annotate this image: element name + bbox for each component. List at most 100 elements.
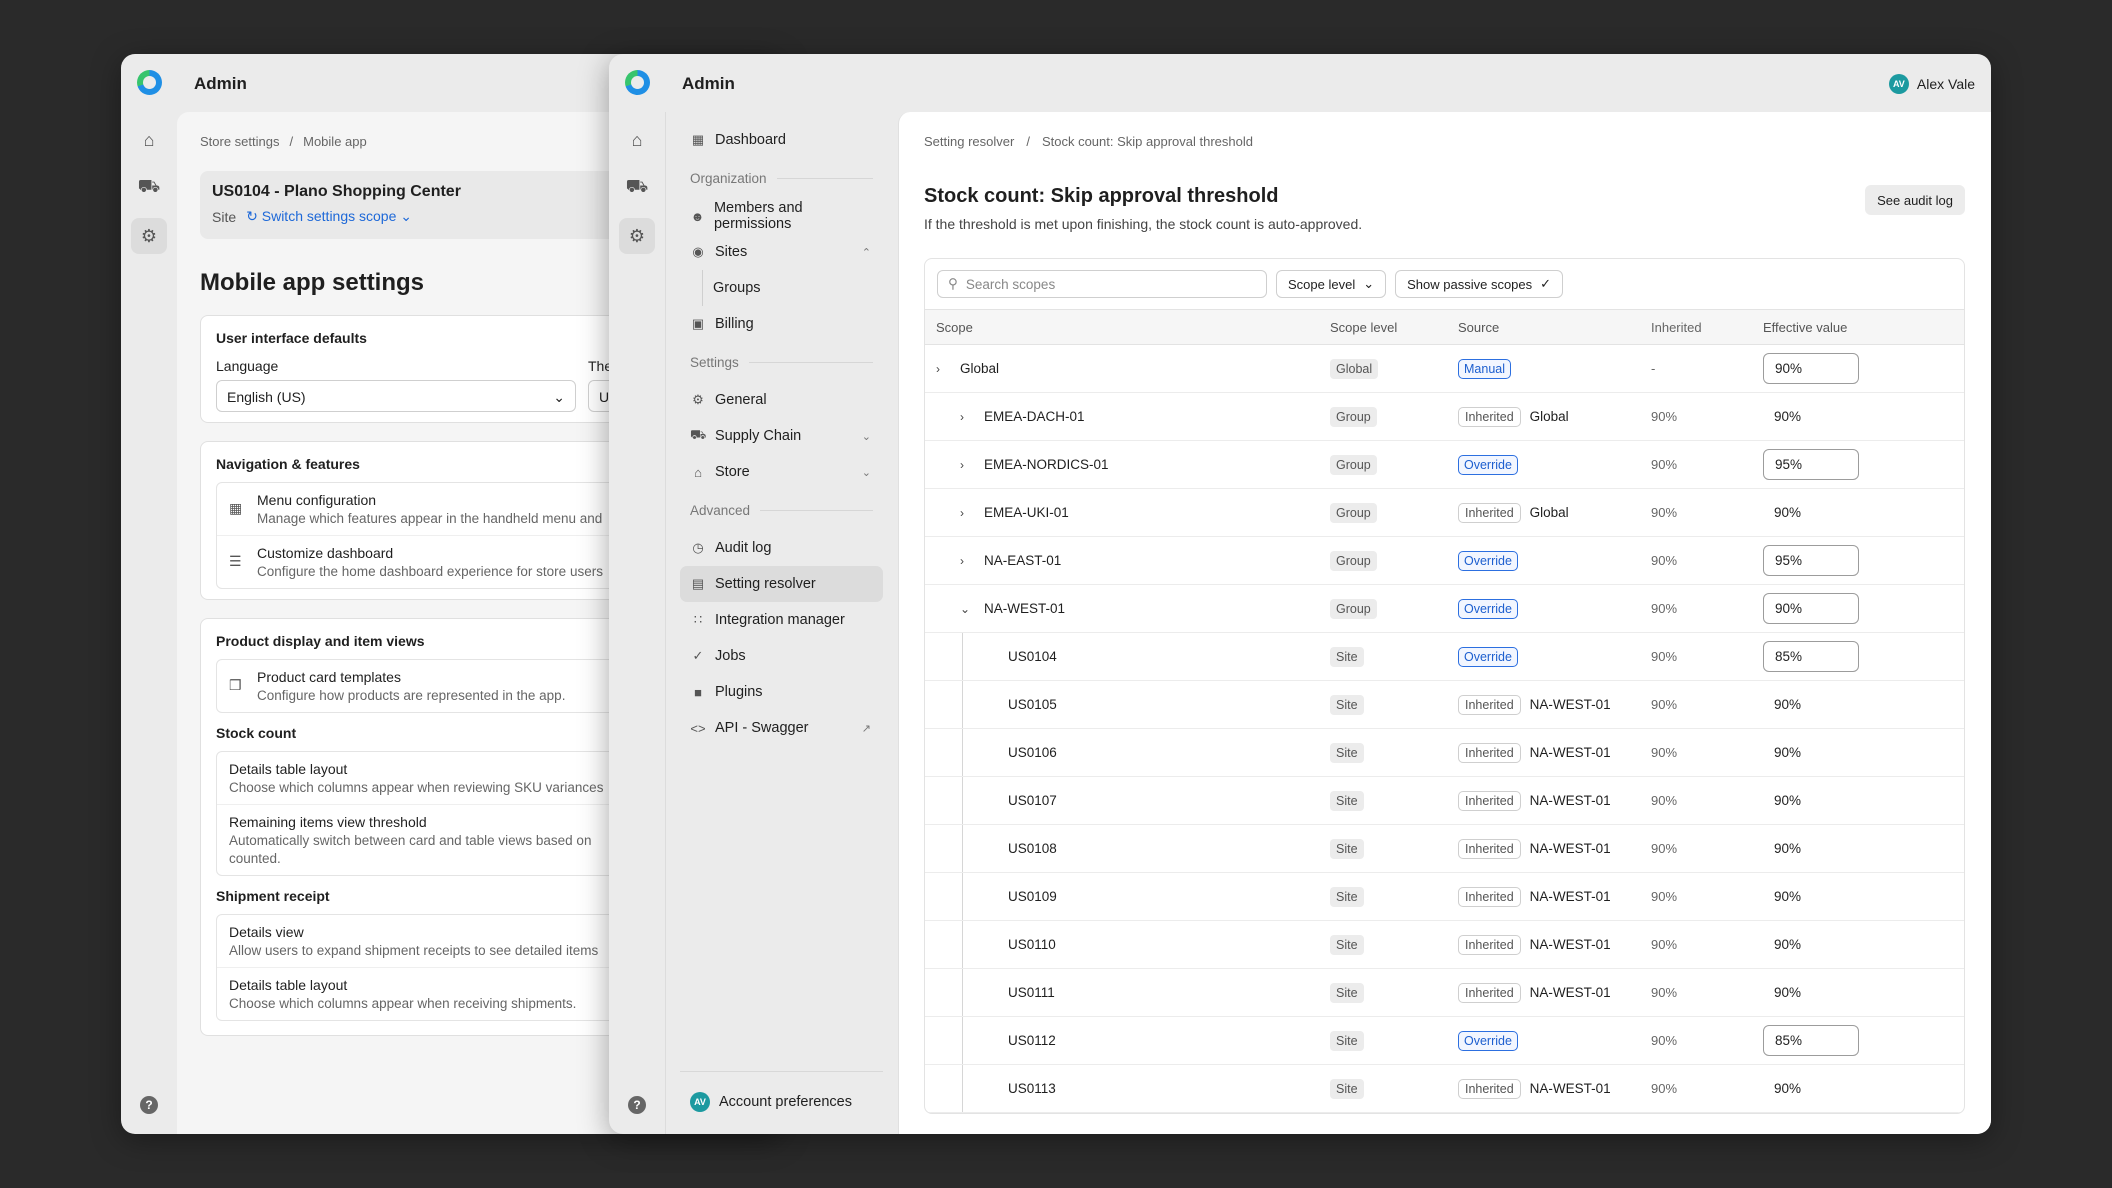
truck-icon[interactable]: ⛟ [619, 170, 655, 206]
source-badge: Inherited [1458, 838, 1521, 859]
source-badge: Inherited [1458, 502, 1521, 523]
site-scope-box: US0104 - Plano Shopping Center Site ↻ Sw… [200, 171, 620, 239]
table-row[interactable]: › EMEA-DACH-01 Group Inherited Global 90% 90% [925, 393, 1964, 441]
users-icon: ☻ [690, 208, 705, 224]
col-inherited[interactable]: Inherited [1651, 320, 1763, 335]
effective-value: 90% [1774, 697, 1802, 712]
table-row[interactable]: US0107 Site Inherited NA-WEST-01 90% 90% [925, 777, 1964, 825]
sidebar-item-audit-log[interactable]: ◷ Audit log [680, 530, 883, 566]
chevron-right-icon[interactable]: › [960, 506, 964, 520]
scope-level-tag: Site [1330, 935, 1364, 955]
sidebar-item-supply-chain[interactable]: ⛟ Supply Chain ⌄ [680, 418, 883, 454]
details-table-layout-item[interactable]: Details table layout Choose which columns… [217, 752, 639, 805]
breadcrumb-setting-resolver[interactable]: Setting resolver [924, 134, 1014, 149]
gear-icon: ⚙ [692, 392, 704, 407]
chevron-right-icon[interactable]: › [960, 458, 964, 472]
col-scope[interactable]: Scope [925, 310, 1330, 344]
sidebar-item-api-swagger[interactable]: <> API - Swagger ↗ [680, 710, 883, 746]
app-logo [625, 70, 650, 95]
sidebar-item-label: Dashboard [715, 132, 786, 148]
help-icon[interactable]: ? [628, 1096, 646, 1114]
clock-icon: ◷ [692, 540, 704, 555]
user-name: Alex Vale [1916, 76, 1975, 92]
navigation-title: Navigation & features [216, 456, 360, 472]
table-row[interactable]: US0110 Site Inherited NA-WEST-01 90% 90% [925, 921, 1964, 969]
source-badge: Inherited [1458, 886, 1521, 907]
sidebar-item-label: Setting resolver [715, 576, 816, 592]
table-row[interactable]: US0104 Site Override 90% 85% [925, 633, 1964, 681]
store-icon[interactable]: ⌂ [131, 122, 167, 158]
effective-value-input[interactable]: 85% [1763, 1025, 1859, 1056]
scope-table: ⚲ Search scopes Scope level ⌄ Show passive… [924, 258, 1965, 1114]
sidebar-item-integration-manager[interactable]: ∷ Integration manager [680, 602, 883, 638]
sidebar-item-jobs[interactable]: ✓ Jobs [680, 638, 883, 674]
language-select[interactable]: English (US) ⌄ [216, 380, 576, 412]
store-icon[interactable]: ⌂ [619, 122, 655, 158]
inherited-value: 90% [1651, 1033, 1678, 1048]
effective-value-input[interactable]: 85% [1763, 641, 1859, 672]
truck-icon[interactable]: ⛟ [131, 170, 167, 206]
table-row[interactable]: US0108 Site Inherited NA-WEST-01 90% 90% [925, 825, 1964, 873]
source-badge: Override [1458, 550, 1518, 571]
sidebar-item-members[interactable]: ☻ Members and permissions [680, 198, 883, 234]
search-input[interactable]: ⚲ Search scopes [937, 270, 1267, 298]
details-view-item[interactable]: Details view Allow users to expand shipme… [217, 915, 639, 968]
customize-dashboard-item[interactable]: ☰ Customize dashboard Configure the home … [217, 536, 639, 588]
table-row[interactable]: ⌄ NA-WEST-01 Group Override 90% 90% [925, 585, 1964, 633]
show-passive-scopes-toggle[interactable]: Show passive scopes ✓ [1395, 270, 1564, 298]
inherited-from: Global [1529, 505, 1569, 520]
sidebar-item-billing[interactable]: ▣ Billing [680, 306, 883, 342]
sidebar-item-plugins[interactable]: ■ Plugins [680, 674, 883, 710]
sidebar-item-dashboard[interactable]: ▦ Dashboard [680, 122, 883, 158]
table-icon: ▤ [691, 576, 705, 591]
table-row[interactable]: US0105 Site Inherited NA-WEST-01 90% 90% [925, 681, 1964, 729]
chevron-down-icon[interactable]: ⌄ [960, 602, 970, 616]
item-title: Details table layout [229, 761, 348, 777]
chevron-right-icon[interactable]: › [936, 362, 940, 376]
table-row[interactable]: US0109 Site Inherited NA-WEST-01 90% 90% [925, 873, 1964, 921]
scope-name: US0108 [1008, 841, 1057, 856]
table-row[interactable]: › EMEA-NORDICS-01 Group Override 90% 95% [925, 441, 1964, 489]
effective-value-input[interactable]: 90% [1763, 593, 1859, 624]
breadcrumb-separator: / [289, 134, 294, 149]
remaining-items-threshold-item[interactable]: Remaining items view threshold Automatica… [217, 805, 639, 875]
help-icon[interactable]: ? [140, 1096, 158, 1114]
chevron-right-icon[interactable]: › [960, 410, 964, 424]
see-audit-log-button[interactable]: See audit log [1865, 185, 1965, 215]
col-effective-value[interactable]: Effective value [1763, 320, 1943, 335]
effective-value-input[interactable]: 95% [1763, 545, 1859, 576]
user-menu[interactable]: AV Alex Vale [1888, 74, 1975, 94]
sidebar-item-general[interactable]: ⚙ General [680, 382, 883, 418]
table-row[interactable]: › NA-EAST-01 Group Override 90% 95% [925, 537, 1964, 585]
effective-value: 90% [1775, 601, 1803, 616]
gear-icon[interactable]: ⚙ [619, 218, 655, 254]
table-row[interactable]: US0113 Site Inherited NA-WEST-01 90% 90% [925, 1065, 1964, 1113]
effective-value-input[interactable]: 95% [1763, 449, 1859, 480]
ui-defaults-title: User interface defaults [216, 330, 367, 346]
gear-icon[interactable]: ⚙ [131, 218, 167, 254]
breadcrumb-store-settings[interactable]: Store settings [200, 134, 280, 149]
effective-value-input[interactable]: 90% [1763, 353, 1859, 384]
menu-configuration-item[interactable]: ▦ Menu configuration Manage which feature… [217, 483, 639, 536]
sidebar-item-sites[interactable]: ◉ Sites ⌃ [680, 234, 883, 270]
scope-level-filter[interactable]: Scope level ⌄ [1276, 270, 1387, 298]
shipment-table-layout-item[interactable]: Details table layout Choose which columns… [217, 968, 639, 1020]
source-badge: Inherited [1458, 790, 1521, 811]
table-row[interactable]: US0111 Site Inherited NA-WEST-01 90% 90% [925, 969, 1964, 1017]
effective-value: 85% [1775, 649, 1803, 664]
table-row[interactable]: US0112 Site Override 90% 85% [925, 1017, 1964, 1065]
switch-scope-button[interactable]: ↻ Switch settings scope ⌄ [246, 208, 412, 225]
sidebar-item-groups[interactable]: Groups [702, 270, 883, 306]
account-preferences[interactable]: AV Account preferences [680, 1084, 883, 1120]
sidebar-item-store[interactable]: ⌂ Store ⌄ [680, 454, 883, 490]
breadcrumb-current: Stock count: Skip approval threshold [1041, 134, 1253, 149]
col-source[interactable]: Source [1458, 320, 1651, 335]
table-row[interactable]: US0106 Site Inherited NA-WEST-01 90% 90% [925, 729, 1964, 777]
sidebar-item-setting-resolver[interactable]: ▤ Setting resolver [680, 566, 883, 602]
grid-icon: ▦ [229, 500, 243, 516]
table-row[interactable]: › EMEA-UKI-01 Group Inherited Global 90% 90% [925, 489, 1964, 537]
product-card-templates-item[interactable]: ❒ Product card templates Configure how pr… [217, 660, 639, 712]
chevron-right-icon[interactable]: › [960, 554, 964, 568]
table-row[interactable]: › Global Global Manual - 90% [925, 345, 1964, 393]
col-scope-level[interactable]: Scope level [1330, 320, 1458, 335]
